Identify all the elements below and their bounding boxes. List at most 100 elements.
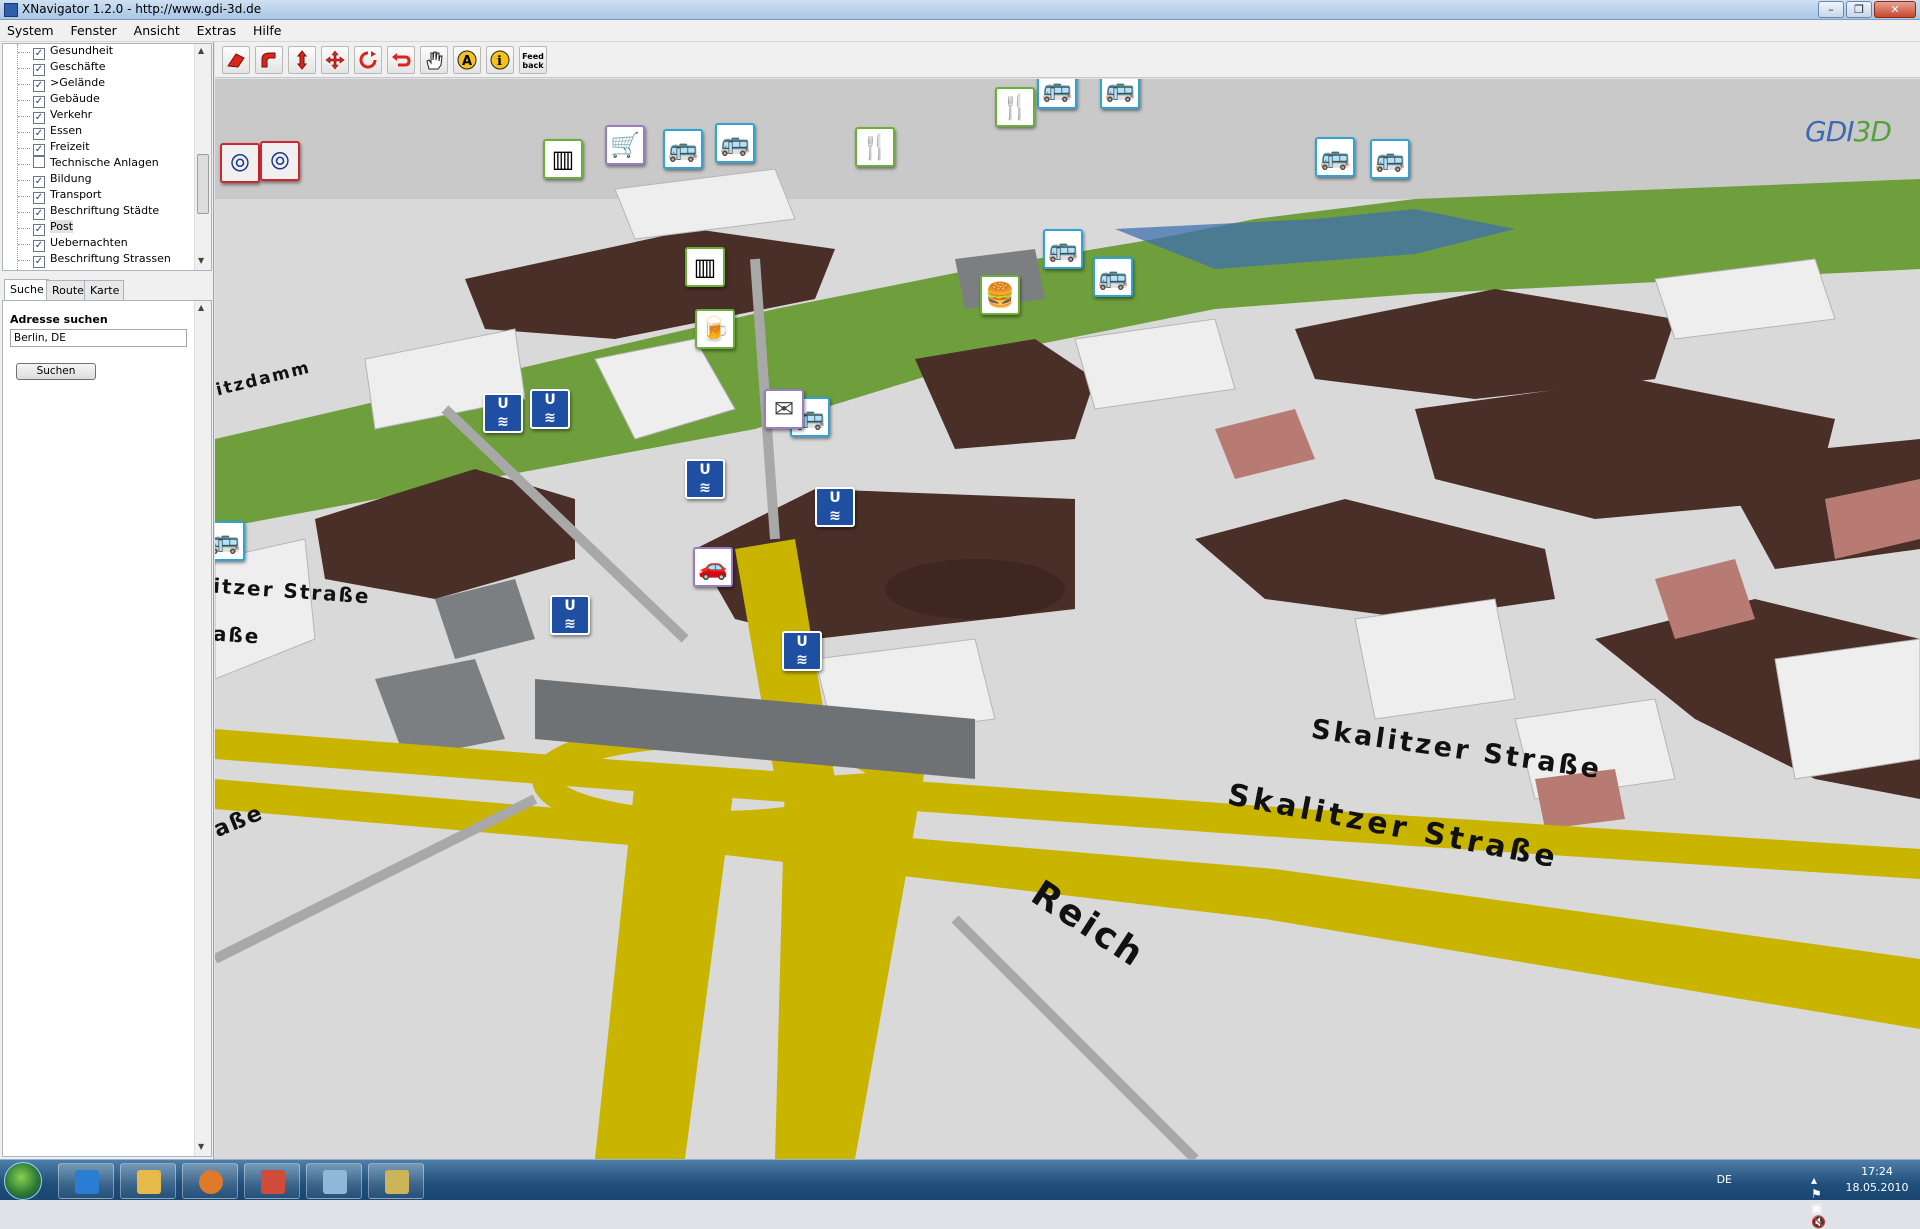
poi-car-icon[interactable]: 🚗 <box>693 547 733 587</box>
layer-checkbox[interactable] <box>33 156 45 168</box>
info-icon[interactable]: i <box>486 46 514 74</box>
scroll-down-icon[interactable]: ▼ <box>198 256 204 265</box>
layer-item[interactable]: Technische Anlagen <box>33 156 159 172</box>
layer-label: Uebernachten <box>50 236 128 249</box>
bus-icon[interactable]: 🚌 <box>715 123 755 163</box>
pan-tool-icon[interactable] <box>222 46 250 74</box>
layer-checkbox[interactable]: ✓ <box>33 208 45 220</box>
layer-label: Essen <box>50 124 83 137</box>
menu-extras[interactable]: Extras <box>190 20 243 38</box>
menu-hilfe[interactable]: Hilfe <box>246 20 287 38</box>
food-icon[interactable]: 🍴 <box>855 127 895 167</box>
scroll-up-icon[interactable]: ▲ <box>198 46 204 55</box>
feedback-button[interactable]: Feed back <box>519 46 547 74</box>
ubahn-icon[interactable]: U ≋ <box>815 487 855 527</box>
clock[interactable]: 17:24 18.05.2010 <box>1842 1164 1912 1196</box>
bus-icon[interactable]: 🚌 <box>1093 257 1133 297</box>
ubahn-icon[interactable]: U ≋ <box>530 389 570 429</box>
taskbar-paint[interactable] <box>368 1163 424 1199</box>
rotate-tool-icon[interactable] <box>255 46 283 74</box>
bus-icon[interactable]: 🚌 <box>1315 137 1355 177</box>
scroll-down-icon[interactable]: ▼ <box>198 1142 204 1151</box>
layer-checkbox[interactable]: ✓ <box>33 48 45 60</box>
food-icon[interactable]: 🍺 <box>695 309 735 349</box>
post-icon[interactable]: ✉ <box>764 389 804 429</box>
food-icon[interactable]: 🍴 <box>995 87 1035 127</box>
orbit-icon[interactable] <box>354 46 382 74</box>
bus-icon[interactable]: 🚌 <box>1370 139 1410 179</box>
move-all-icon[interactable] <box>321 46 349 74</box>
layer-item[interactable]: ✓ Gebäude <box>33 92 100 108</box>
close-button[interactable]: ✕ <box>1874 1 1916 18</box>
taskbar-app[interactable] <box>306 1163 362 1199</box>
layer-checkbox[interactable]: ✓ <box>33 80 45 92</box>
scroll-thumb[interactable] <box>197 154 209 214</box>
layer-checkbox[interactable]: ✓ <box>33 176 45 188</box>
layer-item[interactable]: ✓ Bildung <box>33 172 92 188</box>
taskbar-media[interactable] <box>182 1163 238 1199</box>
tab-karte[interactable]: Karte <box>84 280 125 300</box>
map-toolbar: A i Feed back <box>215 42 1920 78</box>
layer-checkbox[interactable]: ✓ <box>33 64 45 76</box>
hotel-icon[interactable]: ⦾ <box>220 143 260 183</box>
label-icon[interactable]: A <box>453 46 481 74</box>
layer-item[interactable]: ✓ Uebernachten <box>33 236 128 252</box>
hotel-icon[interactable]: ⦾ <box>260 141 300 181</box>
bus-icon[interactable]: 🚌 <box>1100 79 1140 109</box>
layer-tree-scrollbar[interactable]: ▲ ▼ <box>194 44 211 270</box>
menu-fenster[interactable]: Fenster <box>63 20 122 38</box>
layer-checkbox[interactable]: ✓ <box>33 240 45 252</box>
ubahn-icon[interactable]: U ≋ <box>782 631 822 671</box>
language-indicator[interactable]: DE <box>1717 1173 1732 1186</box>
bus-icon[interactable]: 🚌 <box>663 129 703 169</box>
ubahn-icon[interactable]: U ≋ <box>483 393 523 433</box>
menu-ansicht[interactable]: Ansicht <box>127 20 186 38</box>
search-panel-scrollbar[interactable]: ▲ ▼ <box>194 301 211 1156</box>
layer-item[interactable]: ✓ Beschriftung Strassen <box>33 252 171 268</box>
map-view-3d[interactable]: GDI3D Skalitzer Straße Skalitzer Straße … <box>215 79 1920 1159</box>
layer-item[interactable]: ✓ Essen <box>33 124 82 140</box>
layer-item[interactable]: ✓ >Gelände <box>33 76 105 92</box>
layer-checkbox[interactable]: ✓ <box>33 256 45 268</box>
address-input[interactable] <box>10 329 187 347</box>
layer-item[interactable]: ✓ Freizeit <box>33 140 90 156</box>
maximize-button[interactable]: ❐ <box>1846 1 1872 18</box>
layer-item[interactable]: ✓ Post <box>33 220 74 236</box>
taskbar-java[interactable] <box>244 1163 300 1199</box>
food-icon[interactable]: 🍔 <box>980 275 1020 315</box>
ubahn-icon[interactable]: U ≋ <box>550 595 590 635</box>
undo-icon[interactable] <box>387 46 415 74</box>
layer-item[interactable]: ✓ Beschriftung Städte <box>33 204 159 220</box>
poi-green-icon[interactable]: ▥ <box>685 247 725 287</box>
tab-route[interactable]: Route <box>46 280 89 300</box>
start-button[interactable] <box>4 1162 42 1200</box>
bus-icon[interactable]: 🚌 <box>1043 229 1083 269</box>
layer-checkbox[interactable]: ✓ <box>33 112 45 124</box>
layer-label: Gesundheit <box>50 44 114 57</box>
layer-item[interactable]: ✓ Verkehr <box>33 108 92 124</box>
layer-item[interactable]: ✓ Gesundheit <box>33 44 113 60</box>
menu-system[interactable]: System <box>0 20 60 38</box>
taskbar-browser[interactable] <box>58 1163 114 1199</box>
minimize-button[interactable]: – <box>1818 1 1844 18</box>
bus-icon[interactable]: 🚌 <box>1037 79 1077 109</box>
tray-icons[interactable]: ▴ ⚑ ▣ 🔇 <box>1811 1173 1832 1229</box>
hand-icon[interactable] <box>420 46 448 74</box>
layer-checkbox[interactable]: ✓ <box>33 96 45 108</box>
search-panel: Adresse suchen Suchen ▲ ▼ <box>2 300 212 1157</box>
poi-green-icon[interactable]: ▥ <box>543 139 583 179</box>
shop-icon[interactable]: 🛒 <box>605 125 645 165</box>
taskbar-explorer[interactable] <box>120 1163 176 1199</box>
ubahn-icon[interactable]: U ≋ <box>685 459 725 499</box>
layer-item[interactable]: ✓ Transport <box>33 188 102 204</box>
layer-checkbox[interactable]: ✓ <box>33 192 45 204</box>
layer-checkbox[interactable]: ✓ <box>33 128 45 140</box>
tab-suche[interactable]: Suche <box>4 279 49 300</box>
search-button[interactable]: Suchen <box>16 363 96 380</box>
layer-checkbox[interactable]: ✓ <box>33 224 45 236</box>
scroll-up-icon[interactable]: ▲ <box>198 303 204 312</box>
move-ns-icon[interactable] <box>288 46 316 74</box>
layer-item[interactable]: ✓ Geschäfte <box>33 60 106 76</box>
layer-checkbox[interactable]: ✓ <box>33 144 45 156</box>
bus-icon[interactable]: 🚌 <box>215 521 245 561</box>
